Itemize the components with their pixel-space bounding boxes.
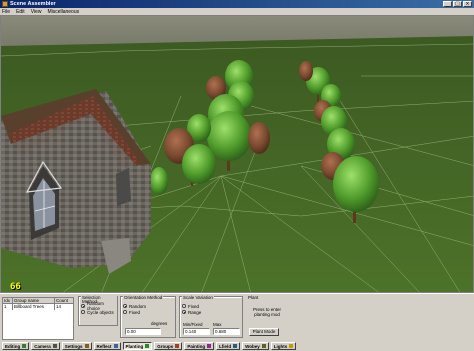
tab-label: Groups xyxy=(157,343,174,349)
wave-icon xyxy=(261,344,266,348)
scale-variation-title: Scale Variation xyxy=(182,295,214,300)
plant-mode-button[interactable]: Plant Mode xyxy=(249,328,279,336)
max-label: Max xyxy=(213,322,222,327)
min-fixed-label: Min/Fixed xyxy=(183,322,203,327)
camera-icon xyxy=(52,344,57,348)
column-header-group-name[interactable]: Group name xyxy=(13,298,55,303)
tree-icon xyxy=(145,344,150,348)
tab-lfield[interactable]: Lfield xyxy=(216,342,241,350)
row-idx: 1 xyxy=(3,304,13,310)
tab-label: Camera xyxy=(34,343,51,349)
field-icon xyxy=(233,344,238,348)
minimize-button[interactable]: _ xyxy=(443,1,452,7)
maximize-button[interactable]: □ xyxy=(453,1,462,7)
tab-label: Editing xyxy=(5,343,21,349)
tab-label: Lfield xyxy=(219,343,232,349)
selection-method-group: Selection Method Random choice Cycle obj… xyxy=(78,295,118,326)
tab-painting[interactable]: Painting xyxy=(184,342,215,350)
tab-groups[interactable]: Groups xyxy=(154,342,183,350)
menu-miscellaneous[interactable]: Miscellaneous xyxy=(47,9,79,15)
menu-file[interactable]: File xyxy=(2,9,10,15)
scene-render xyxy=(1,16,473,292)
table-row[interactable]: 1 Billboard Trees 14 xyxy=(3,304,73,310)
tab-bar: Editing Camera Settings Reflect Planting Grou… xyxy=(0,341,474,351)
title-bar: Scene Assembler _ □ × xyxy=(0,0,474,8)
orientation-method-title: Orientation Method xyxy=(123,295,164,300)
radio-random-choice[interactable]: Random choice xyxy=(81,301,117,311)
tab-label: Settings xyxy=(64,343,83,349)
radio-label: Cycle objects xyxy=(87,309,114,315)
orientation-method-group: Orientation Method Random Fixed degrees … xyxy=(120,295,176,338)
tab-label: Reflect xyxy=(96,343,112,349)
row-group-name: Billboard Trees xyxy=(13,304,55,310)
radio-label: Range xyxy=(188,309,202,315)
tab-wobey[interactable]: Wobey xyxy=(242,342,269,350)
plant-group: Plant Press to enter planting mod Plant … xyxy=(246,295,286,338)
radio-fixed[interactable]: Fixed xyxy=(123,309,146,315)
max-scale-input[interactable]: 0.680 xyxy=(213,328,240,335)
degrees-label: degrees xyxy=(151,321,168,326)
fps-counter: 66 xyxy=(10,282,21,292)
plant-title: Plant xyxy=(247,295,260,300)
mirror-icon xyxy=(113,344,118,348)
planting-control-panel: Idx Group name Count 1 Billboard Trees 1… xyxy=(0,293,474,341)
radio-label: Fixed xyxy=(188,303,200,309)
pencil-icon xyxy=(22,344,27,348)
tab-planting[interactable]: Planting xyxy=(122,342,153,350)
scale-variation-group: Scale Variation Fixed Range Min/Fixed Ma… xyxy=(179,295,243,338)
group-table[interactable]: Idx Group name Count 1 Billboard Trees 1… xyxy=(2,297,74,340)
radio-cycle-objects[interactable]: Cycle objects xyxy=(81,309,117,315)
app-icon xyxy=(2,1,8,7)
menu-view[interactable]: View xyxy=(31,9,42,15)
radio-label: Fixed xyxy=(129,309,141,315)
tab-settings[interactable]: Settings xyxy=(61,342,92,350)
menu-bar: File Edit View Miscellaneous xyxy=(0,8,474,15)
degrees-input[interactable]: 0.00 xyxy=(125,328,161,335)
bulb-icon xyxy=(289,344,294,348)
radio-scale-range[interactable]: Range xyxy=(182,309,201,315)
tab-editing[interactable]: Editing xyxy=(2,342,30,350)
radio-button[interactable] xyxy=(182,310,186,314)
group-icon xyxy=(175,344,180,348)
tab-label: Planting xyxy=(125,343,144,349)
window-title: Scene Assembler xyxy=(10,1,56,7)
radio-button[interactable] xyxy=(182,304,186,308)
tab-camera[interactable]: Camera xyxy=(31,342,60,350)
row-count: 14 xyxy=(56,304,62,309)
column-header-count[interactable]: Count xyxy=(55,298,73,303)
tab-label: Wobey xyxy=(245,343,260,349)
radio-button[interactable] xyxy=(81,304,85,308)
tab-reflect[interactable]: Reflect xyxy=(93,342,121,350)
tab-label: Painting xyxy=(187,343,206,349)
min-scale-input[interactable]: 0.140 xyxy=(183,328,210,335)
radio-label: Random xyxy=(129,303,147,309)
tab-lights[interactable]: Lights xyxy=(270,342,297,350)
brush-icon xyxy=(207,344,212,348)
plant-instructions: Press to enter planting mod xyxy=(253,307,282,317)
radio-button[interactable] xyxy=(81,310,85,314)
column-header-idx[interactable]: Idx xyxy=(3,298,13,303)
3d-viewport[interactable] xyxy=(0,15,474,293)
gear-icon xyxy=(84,344,89,348)
close-button[interactable]: × xyxy=(463,1,472,7)
radio-button[interactable] xyxy=(123,310,127,314)
tab-label: Lights xyxy=(273,343,288,349)
radio-button[interactable] xyxy=(123,304,127,308)
menu-edit[interactable]: Edit xyxy=(16,9,25,15)
